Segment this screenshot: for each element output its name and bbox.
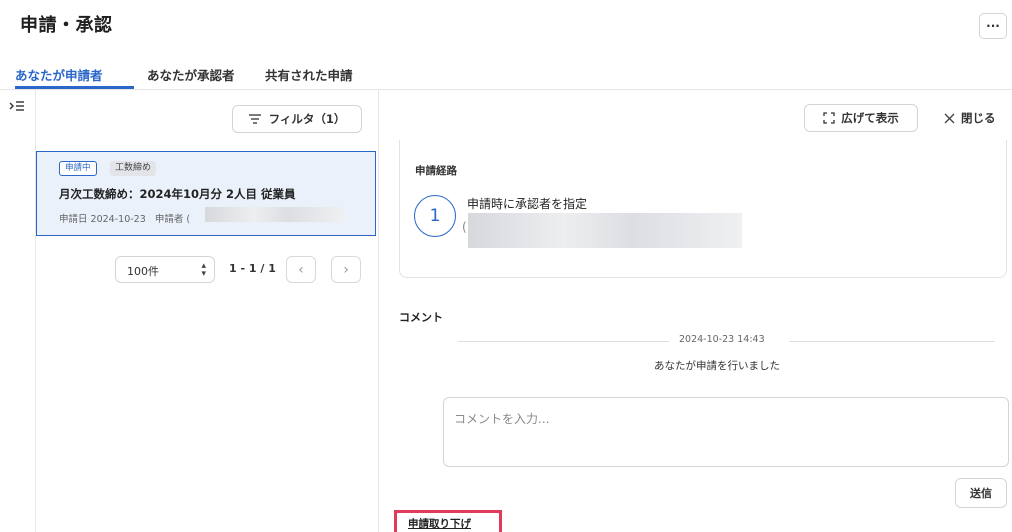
send-button[interactable]: 送信: [955, 478, 1007, 508]
tab-approver[interactable]: あなたが承認者: [147, 65, 235, 84]
filter-label: フィルタ（1）: [268, 112, 346, 126]
tab-bar: あなたが申請者 あなたが承認者 共有された申請: [0, 56, 1012, 90]
side-rail: [0, 90, 36, 532]
comment-timestamp: 2024-10-23 14:43: [679, 334, 765, 345]
approver-initial: (: [462, 220, 467, 234]
filter-button[interactable]: フィルタ（1）: [232, 105, 362, 133]
page-header: 申請・承認: [0, 0, 1012, 50]
tab-shared[interactable]: 共有された申請: [265, 65, 353, 84]
active-tab-indicator: [15, 86, 134, 89]
redacted-applicant-name: [205, 207, 344, 222]
page-title: 申請・承認: [20, 15, 113, 36]
approval-route-title: 申請経路: [415, 165, 457, 177]
filter-icon: [248, 114, 261, 124]
expand-icon: [823, 112, 835, 124]
request-date: 2024-10-23: [90, 214, 146, 225]
expand-view-button[interactable]: 広げて表示: [804, 104, 918, 132]
comment-text: あなたが申請を行いました: [654, 360, 780, 372]
comments-title: コメント: [399, 311, 443, 324]
step-label: 申請時に承認者を指定: [467, 197, 588, 211]
date-label: 申請日: [59, 214, 88, 225]
sidebar-toggle-icon[interactable]: [9, 100, 25, 114]
select-caret-icon: ▴ ▾: [201, 261, 206, 279]
next-page-button[interactable]: ›: [331, 256, 361, 283]
close-label: 閉じる: [961, 111, 996, 125]
list-item-meta: 申請日 2024-10-23 申請者 (: [59, 211, 190, 225]
redacted-approver-name: [468, 213, 742, 248]
page-size-select[interactable]: 100件 ▴ ▾: [115, 256, 215, 283]
expand-label: 広げて表示: [841, 111, 899, 125]
more-icon: ···: [986, 19, 1000, 33]
page-range: 1 - 1 / 1: [229, 262, 276, 275]
withdraw-label: 申請取り下げ: [408, 518, 471, 530]
more-options-button[interactable]: ···: [979, 13, 1007, 39]
withdraw-request-button[interactable]: 申請取り下げ: [394, 510, 502, 532]
timeline-divider-right: [789, 341, 995, 342]
page-size-value: 100件: [127, 265, 159, 278]
chevron-left-icon: ‹: [298, 261, 304, 278]
close-button[interactable]: 閉じる: [944, 110, 996, 126]
status-badge: 申請中: [59, 161, 97, 176]
prev-page-button[interactable]: ‹: [286, 256, 316, 283]
timeline-divider-left: [458, 341, 669, 342]
list-item-title: 月次工数締め：2024年10月分 2人目 従業員: [59, 187, 296, 201]
tab-applicant[interactable]: あなたが申請者: [15, 65, 103, 84]
step-number-badge: 1: [414, 195, 456, 237]
comment-input[interactable]: [443, 397, 1009, 467]
close-icon: [944, 113, 955, 123]
chevron-right-icon: ›: [343, 261, 349, 278]
applicant-label: 申請者: [154, 214, 184, 225]
type-badge: 工数締め: [110, 161, 157, 176]
applicant-initial: (: [186, 214, 191, 225]
